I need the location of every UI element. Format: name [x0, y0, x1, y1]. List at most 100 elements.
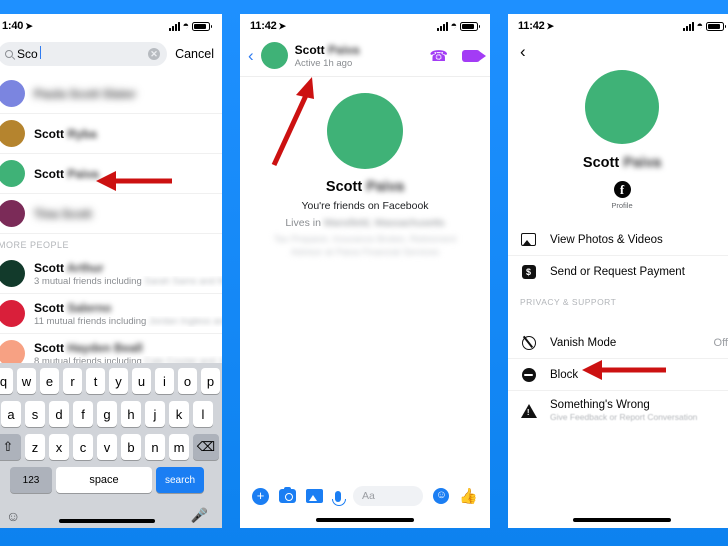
- keyboard-row-1[interactable]: qwertyuiop: [0, 368, 220, 394]
- key-u[interactable]: u: [132, 368, 151, 394]
- payment-icon: $: [520, 265, 537, 279]
- emoji-icon[interactable]: ☺: [6, 508, 20, 524]
- battery-icon: [192, 21, 212, 31]
- person-name: Scott Paiva: [34, 166, 99, 181]
- key-m[interactable]: m: [169, 434, 189, 460]
- key-j[interactable]: j: [145, 401, 165, 427]
- list-item[interactable]: Scott Ryba: [0, 114, 222, 154]
- menu-item-text: Something's Wrong Give Feedback or Report…: [550, 399, 697, 422]
- menu-item-vanish-mode[interactable]: Vanish Mode Off: [508, 327, 728, 359]
- thumbs-up-icon[interactable]: 👍: [459, 487, 478, 505]
- key-g[interactable]: g: [97, 401, 117, 427]
- avatar: [0, 260, 25, 287]
- status-time: 11:42: [518, 20, 545, 32]
- key-z[interactable]: z: [25, 434, 45, 460]
- person-name: Scott Hayden Beall: [34, 340, 143, 355]
- list-item-text: Scott Ryba: [34, 127, 97, 141]
- key-l[interactable]: l: [193, 401, 213, 427]
- key-o[interactable]: o: [178, 368, 197, 394]
- key-i[interactable]: i: [155, 368, 174, 394]
- list-item[interactable]: Scott Paiva: [0, 154, 222, 194]
- key-s[interactable]: s: [25, 401, 45, 427]
- key-b[interactable]: b: [121, 434, 141, 460]
- keyboard-bottom-row: ☺ 🎤: [0, 500, 220, 528]
- back-button[interactable]: ‹: [248, 47, 254, 64]
- avatar: [0, 200, 25, 227]
- work-line: Tax Preparer, Insurance Broker, Retireme…: [273, 234, 457, 258]
- search-row: Sco ✕ Cancel: [0, 38, 222, 74]
- menu-item-block[interactable]: Block: [508, 359, 728, 391]
- add-attachment-icon[interactable]: +: [252, 487, 269, 505]
- back-button[interactable]: ‹: [508, 38, 728, 60]
- key-e[interactable]: e: [40, 368, 59, 394]
- key-q[interactable]: q: [0, 368, 13, 394]
- person-name: Scott Ryba: [34, 126, 97, 141]
- list-item-text: Scott Arthur 3 mutual friends including S…: [34, 261, 222, 287]
- search-key[interactable]: search: [156, 467, 204, 493]
- search-input[interactable]: Sco ✕: [0, 42, 168, 66]
- battery-icon: [460, 21, 480, 31]
- keyboard-row-2[interactable]: asdfghjkl: [0, 401, 220, 427]
- signal-bars-icon: [436, 21, 448, 31]
- list-item[interactable]: Tina Scott: [0, 194, 222, 234]
- key-h[interactable]: h: [121, 401, 141, 427]
- menu-item-send-or-request-payment[interactable]: $ Send or Request Payment: [508, 256, 728, 288]
- backspace-key[interactable]: ⌫: [193, 434, 219, 460]
- numbers-key[interactable]: 123: [10, 467, 52, 493]
- list-item[interactable]: Scott Arthur 3 mutual friends including S…: [0, 254, 222, 294]
- menu-item-label: Something's Wrong: [550, 399, 650, 411]
- profile-avatar[interactable]: [585, 70, 659, 144]
- clear-search-icon[interactable]: ✕: [148, 48, 161, 60]
- keyboard-row-4[interactable]: 123 space search: [0, 467, 220, 493]
- microphone-icon[interactable]: [332, 490, 346, 506]
- menu-item-something-s-wrong[interactable]: Something's WrongGive Feedback or Report…: [508, 391, 728, 430]
- list-item[interactable]: Scott Salerno 11 mutual friends including…: [0, 294, 222, 334]
- facebook-profile-button[interactable]: f Profile: [508, 181, 728, 210]
- profile-avatar[interactable]: [327, 93, 403, 169]
- status-bar: 11:42 ➤ ◓: [508, 14, 728, 38]
- wifi-icon: ◓: [182, 19, 190, 32]
- profile-name: Scott Paiva: [582, 155, 662, 171]
- key-k[interactable]: k: [169, 401, 189, 427]
- active-status: Active 1h ago: [294, 57, 353, 69]
- mutual-friends: 11 mutual friends including Jordan Ingle…: [34, 315, 222, 327]
- key-y[interactable]: y: [109, 368, 128, 394]
- video-camera-icon[interactable]: [462, 49, 486, 62]
- keyboard-row-3[interactable]: ⇧ zxcvbnm ⌫: [0, 434, 220, 460]
- key-v[interactable]: v: [97, 434, 117, 460]
- key-d[interactable]: d: [49, 401, 69, 427]
- key-p[interactable]: p: [201, 368, 220, 394]
- signal-bars-icon: [168, 21, 180, 31]
- key-f[interactable]: f: [73, 401, 93, 427]
- location-arrow-icon: ➤: [546, 20, 555, 31]
- on-screen-keyboard[interactable]: qwertyuiop asdfghjkl ⇧ zxcvbnm ⌫ 123 spa…: [0, 363, 222, 528]
- camera-icon[interactable]: [279, 486, 296, 503]
- list-item[interactable]: Paula Scott Slater: [0, 74, 222, 114]
- menu-item-label: Block: [550, 368, 579, 381]
- message-input[interactable]: Aa: [353, 486, 424, 506]
- key-x[interactable]: x: [49, 434, 69, 460]
- key-n[interactable]: n: [145, 434, 165, 460]
- chat-header-titles[interactable]: Scott Paiva Active 1h ago: [295, 43, 360, 69]
- key-c[interactable]: c: [73, 434, 93, 460]
- facebook-icon: f: [613, 181, 631, 198]
- menu-item-view-photos-videos[interactable]: View Photos & Videos: [508, 224, 728, 256]
- microphone-icon[interactable]: 🎤: [191, 507, 208, 524]
- key-a[interactable]: a: [1, 401, 21, 427]
- vanish-mode-icon: [520, 335, 537, 350]
- phone-call-icon[interactable]: ☎: [429, 47, 448, 65]
- phone-panel-search: 1:40 ➤ ◓ Sco ✕ Cancel Paula Scott Slater…: [0, 14, 222, 528]
- emoji-icon[interactable]: ☺: [433, 488, 450, 504]
- cancel-button[interactable]: Cancel: [175, 47, 216, 61]
- home-indicator: [316, 518, 414, 522]
- shift-key[interactable]: ⇧: [0, 434, 21, 460]
- details-menu-primary: View Photos & Videos $ Send or Request Pay…: [508, 224, 728, 288]
- more-people-list: Scott Arthur 3 mutual friends including S…: [0, 254, 222, 374]
- key-r[interactable]: r: [63, 368, 82, 394]
- key-w[interactable]: w: [17, 368, 36, 394]
- key-t[interactable]: t: [86, 368, 105, 394]
- home-indicator: [573, 518, 671, 522]
- photo-gallery-icon[interactable]: [306, 489, 323, 503]
- space-key[interactable]: space: [56, 467, 152, 493]
- avatar[interactable]: [260, 42, 288, 69]
